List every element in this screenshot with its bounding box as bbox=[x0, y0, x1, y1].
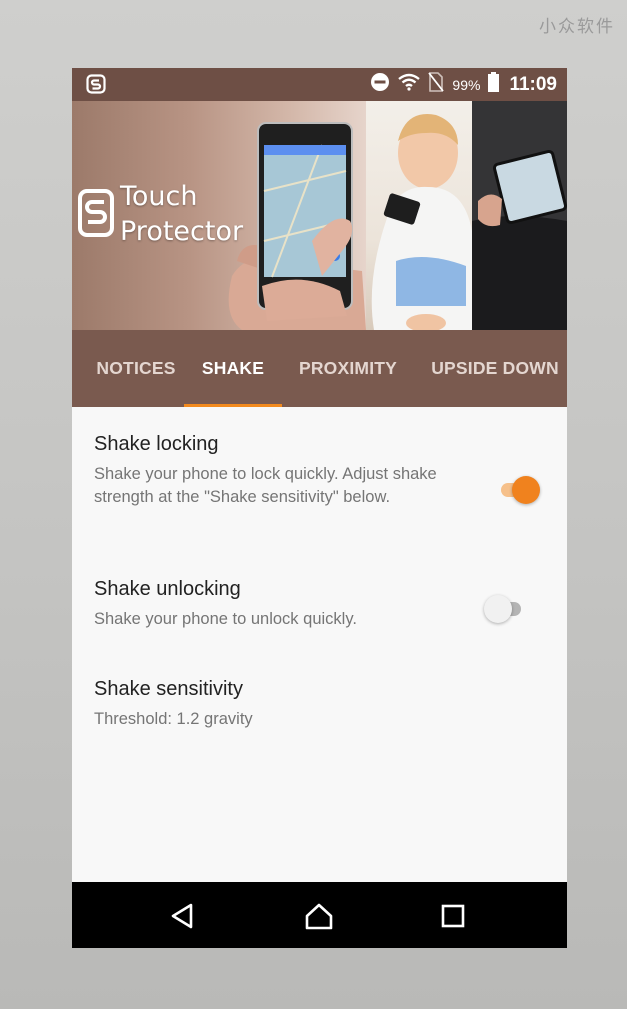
banner-photo-baby bbox=[366, 101, 472, 330]
touch-protector-logo bbox=[78, 189, 114, 242]
banner-title: Touch Protector bbox=[120, 179, 243, 249]
setting-summary: Threshold: 1.2 gravity bbox=[94, 710, 253, 728]
banner-title-line1: Touch bbox=[120, 181, 198, 212]
setting-title: Shake locking bbox=[94, 433, 219, 455]
do-not-disturb-icon bbox=[370, 72, 390, 97]
tab-label: NOTICES bbox=[96, 358, 176, 378]
phone-screen: 99% 11:09 Touch Protector NOTICES SHAKE … bbox=[72, 68, 567, 948]
tab-label: PROXIMITY bbox=[298, 358, 398, 378]
switch-thumb bbox=[512, 476, 540, 504]
home-icon[interactable] bbox=[304, 901, 334, 931]
navigation-bar bbox=[72, 882, 567, 948]
tab-upside-down[interactable]: UPSIDE DOWN bbox=[431, 330, 559, 407]
status-bar: 99% 11:09 bbox=[72, 68, 567, 101]
recents-icon[interactable] bbox=[438, 901, 468, 931]
setting-summary: Shake your phone to lock quickly. Adjust… bbox=[94, 465, 437, 506]
shake-unlocking-switch[interactable] bbox=[484, 594, 526, 624]
banner-photo-pocket bbox=[472, 101, 567, 330]
setting-shake-sensitivity[interactable]: Shake sensitivity Threshold: 1.2 gravity bbox=[72, 676, 567, 746]
switch-thumb bbox=[484, 595, 512, 623]
tab-shake[interactable]: SHAKE bbox=[184, 330, 282, 407]
setting-title: Shake unlocking bbox=[94, 578, 241, 600]
battery-icon bbox=[488, 72, 500, 97]
wifi-icon bbox=[398, 73, 421, 96]
battery-percent: 99% bbox=[452, 76, 481, 93]
setting-shake-unlocking[interactable]: Shake unlocking Shake your phone to unlo… bbox=[72, 576, 567, 646]
setting-title: Shake sensitivity bbox=[94, 678, 243, 700]
shake-locking-switch[interactable] bbox=[498, 475, 540, 505]
tab-proximity[interactable]: PROXIMITY bbox=[298, 330, 398, 407]
back-icon[interactable] bbox=[167, 901, 197, 931]
tab-bar: NOTICES SHAKE PROXIMITY UPSIDE DOWN bbox=[72, 330, 567, 407]
tab-label: SHAKE bbox=[201, 358, 265, 378]
tab-label: UPSIDE DOWN bbox=[431, 358, 559, 378]
watermark-text: 小众软件 bbox=[539, 17, 615, 37]
setting-shake-locking[interactable]: Shake locking Shake your phone to lock q… bbox=[72, 431, 567, 541]
setting-summary: Shake your phone to unlock quickly. bbox=[94, 610, 357, 628]
header-banner: Touch Protector bbox=[72, 101, 567, 330]
banner-title-line2: Protector bbox=[120, 216, 244, 247]
no-sim-icon bbox=[428, 72, 445, 97]
status-time: 11:09 bbox=[509, 73, 557, 95]
touch-protector-icon bbox=[86, 74, 106, 99]
tab-notices[interactable]: NOTICES bbox=[89, 330, 183, 407]
